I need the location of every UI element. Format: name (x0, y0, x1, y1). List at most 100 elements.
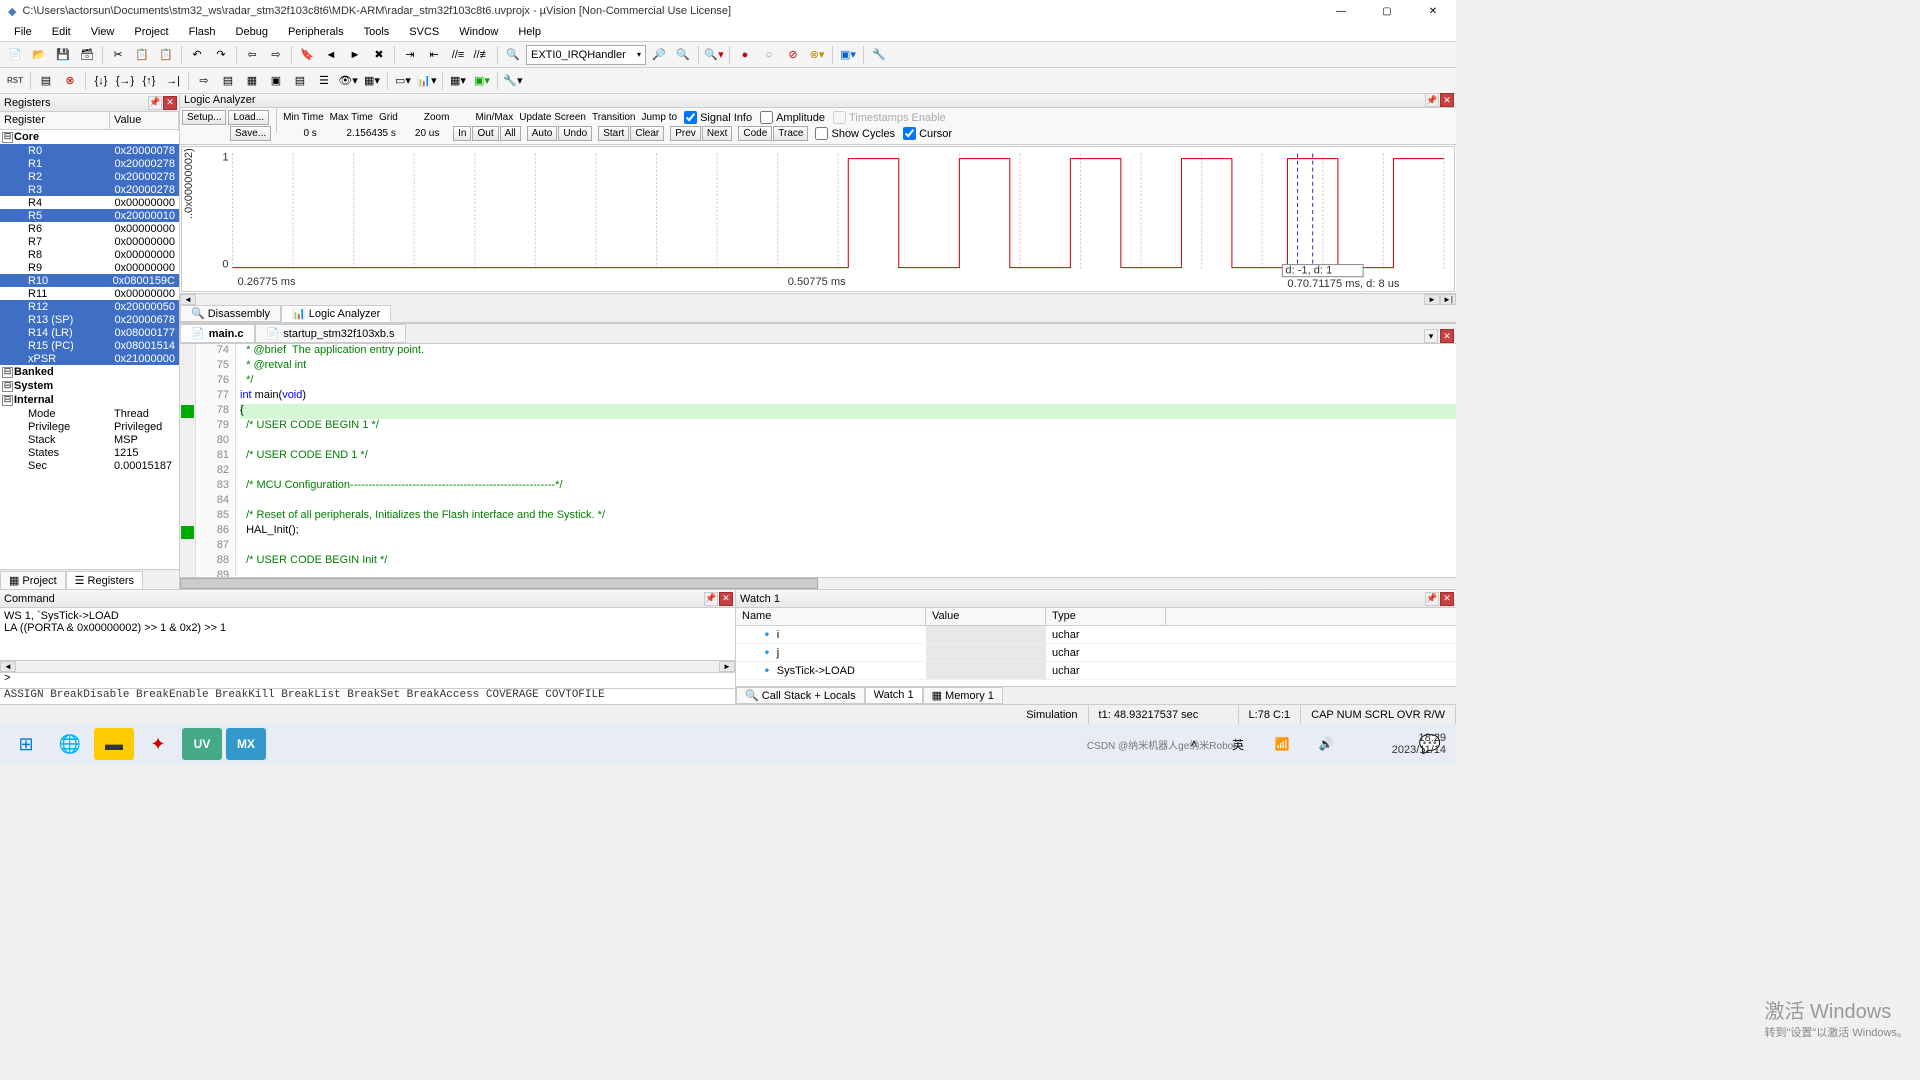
find-icon[interactable]: 🔍 (502, 44, 524, 66)
register-row[interactable]: R110x00000000 (0, 287, 179, 300)
tab-watch1[interactable]: Watch 1 (865, 687, 923, 704)
scroll-end-icon[interactable]: ►| (1440, 294, 1456, 305)
configure-icon[interactable]: 🔧 (868, 44, 890, 66)
find-in-files-icon[interactable]: 🔎 (648, 44, 670, 66)
chk-amplitude[interactable] (760, 111, 773, 124)
menu-window[interactable]: Window (451, 24, 506, 40)
disasm-window-icon[interactable]: ▦ (241, 70, 263, 92)
tab-registers[interactable]: ☰ Registers (66, 571, 143, 589)
menu-svcs[interactable]: SVCS (401, 24, 447, 40)
tray-volume-icon[interactable]: 🔊 (1306, 728, 1346, 760)
stop-icon[interactable]: ⊗ (59, 70, 81, 92)
show-next-icon[interactable]: ⇨ (193, 70, 215, 92)
la-plot[interactable]: ..0x00000002) 1 0 0.26775 ms 0.50775 ms … (181, 146, 1455, 292)
chk-show-cycles[interactable] (815, 127, 828, 140)
update-start-button[interactable]: Start (598, 126, 629, 141)
trans-next-button[interactable]: Next (702, 126, 733, 141)
explorer-icon[interactable]: ▬ (94, 728, 134, 760)
new-icon[interactable]: 📄 (4, 44, 26, 66)
register-row[interactable]: R20x20000278 (0, 170, 179, 183)
pin-icon[interactable]: 📌 (704, 592, 718, 606)
menu-flash[interactable]: Flash (181, 24, 224, 40)
window-icon[interactable]: ▣▾ (837, 44, 859, 66)
close-panel-icon[interactable]: ✕ (719, 592, 733, 606)
close-panel-icon[interactable]: ✕ (1440, 93, 1454, 107)
register-row[interactable]: xPSR0x21000000 (0, 352, 179, 365)
memory-window-icon[interactable]: ▦▾ (361, 70, 383, 92)
register-row[interactable]: R10x20000278 (0, 157, 179, 170)
menu-peripherals[interactable]: Peripherals (280, 24, 352, 40)
register-row[interactable]: R120x20000050 (0, 300, 179, 313)
trace-window-icon[interactable]: ▦▾ (447, 70, 469, 92)
system-viewer-icon[interactable]: ▣▾ (471, 70, 493, 92)
tray-wifi-icon[interactable]: 📶 (1262, 728, 1302, 760)
step-over-icon[interactable]: {→} (114, 70, 136, 92)
bookmark-icon[interactable]: 🔖 (296, 44, 318, 66)
code-line[interactable]: * @brief The application entry point. (240, 344, 1456, 359)
tab-startup-s[interactable]: 📄 startup_stm32f103xb.s (255, 324, 406, 343)
serial-window-icon[interactable]: ▭▾ (392, 70, 414, 92)
code-line[interactable]: int main(void) (240, 389, 1456, 404)
reg-group[interactable]: Internal (0, 393, 179, 407)
chk-signal-info[interactable] (684, 111, 697, 124)
bookmark-clear-icon[interactable]: ✖ (368, 44, 390, 66)
cmd-hscroll[interactable]: ◄► (0, 660, 735, 672)
la-save-button[interactable]: Save... (230, 126, 271, 141)
code-editor[interactable]: 74757677787980818283848586878889 * @brie… (180, 344, 1456, 577)
debug-icon[interactable]: 🔍▾ (703, 44, 725, 66)
maximize-button[interactable]: ▢ (1364, 0, 1410, 22)
code-line[interactable]: { (240, 404, 1456, 419)
reg-group[interactable]: Banked (0, 365, 179, 379)
breakpoint-enable-icon[interactable]: ○ (758, 44, 780, 66)
tab-dropdown-icon[interactable]: ▾ (1424, 329, 1438, 343)
minmax-undo-button[interactable]: Undo (558, 126, 592, 141)
code-line[interactable]: /* Reset of all peripherals, Initializes… (240, 509, 1456, 524)
edge-icon[interactable]: 🌐 (50, 728, 90, 760)
save-icon[interactable]: 💾 (52, 44, 74, 66)
paste-icon[interactable]: 📋 (155, 44, 177, 66)
code-line[interactable]: * @retval int (240, 359, 1456, 374)
symbol-window-icon[interactable]: ▣ (265, 70, 287, 92)
breakpoint-insert-icon[interactable]: ● (734, 44, 756, 66)
code-line[interactable]: /* USER CODE BEGIN 1 */ (240, 419, 1456, 434)
watch-window-icon[interactable]: 👁▾ (337, 70, 359, 92)
editor-hscroll[interactable] (180, 577, 1456, 589)
register-row[interactable]: R80x00000000 (0, 248, 179, 261)
register-row[interactable]: R13 (SP)0x20000678 (0, 313, 179, 326)
register-row[interactable]: R15 (PC)0x08001514 (0, 339, 179, 352)
uncomment-icon[interactable]: //≢ (471, 44, 493, 66)
watch-row[interactable]: 🔹 iuchar (736, 626, 1456, 644)
menu-file[interactable]: File (6, 24, 40, 40)
callstack-window-icon[interactable]: ☰ (313, 70, 335, 92)
command-window-icon[interactable]: ▤ (217, 70, 239, 92)
tab-disassembly[interactable]: 🔍 Disassembly (180, 305, 281, 322)
watch-row[interactable]: 🔹 juchar (736, 644, 1456, 662)
bookmark-prev-icon[interactable]: ◄ (320, 44, 342, 66)
code-line[interactable]: /* USER CODE END 1 */ (240, 449, 1456, 464)
start-icon[interactable]: ⊞ (6, 728, 46, 760)
symbol-combo[interactable]: EXTI0_IRQHandler (526, 45, 646, 65)
zoom-out-button[interactable]: Out (472, 126, 498, 141)
cut-icon[interactable]: ✂ (107, 44, 129, 66)
pin-icon[interactable]: 📌 (148, 96, 162, 110)
la-load-button[interactable]: Load... (228, 110, 269, 125)
step-in-icon[interactable]: {↓} (90, 70, 112, 92)
la-setup-button[interactable]: Setup... (182, 110, 226, 125)
nav-fwd-icon[interactable]: ⇨ (265, 44, 287, 66)
watch-row[interactable]: 🔹 SysTick->LOADuchar (736, 662, 1456, 680)
menu-tools[interactable]: Tools (356, 24, 398, 40)
code-line[interactable] (240, 539, 1456, 554)
registers-window-icon[interactable]: ▤ (289, 70, 311, 92)
code-line[interactable] (240, 569, 1456, 577)
indent-icon[interactable]: ⇥ (399, 44, 421, 66)
trans-prev-button[interactable]: Prev (670, 126, 701, 141)
breakpoint-disable-icon[interactable]: ⊘ (782, 44, 804, 66)
zoom-all-button[interactable]: All (500, 126, 521, 141)
code-line[interactable]: */ (240, 374, 1456, 389)
reg-group[interactable]: System (0, 379, 179, 393)
register-row[interactable]: R40x00000000 (0, 196, 179, 209)
undo-icon[interactable]: ↶ (186, 44, 208, 66)
code-line[interactable]: HAL_Init(); (240, 524, 1456, 539)
tab-memory1[interactable]: ▦ Memory 1 (923, 687, 1003, 704)
tab-main-c[interactable]: 📄 main.c (180, 324, 255, 343)
